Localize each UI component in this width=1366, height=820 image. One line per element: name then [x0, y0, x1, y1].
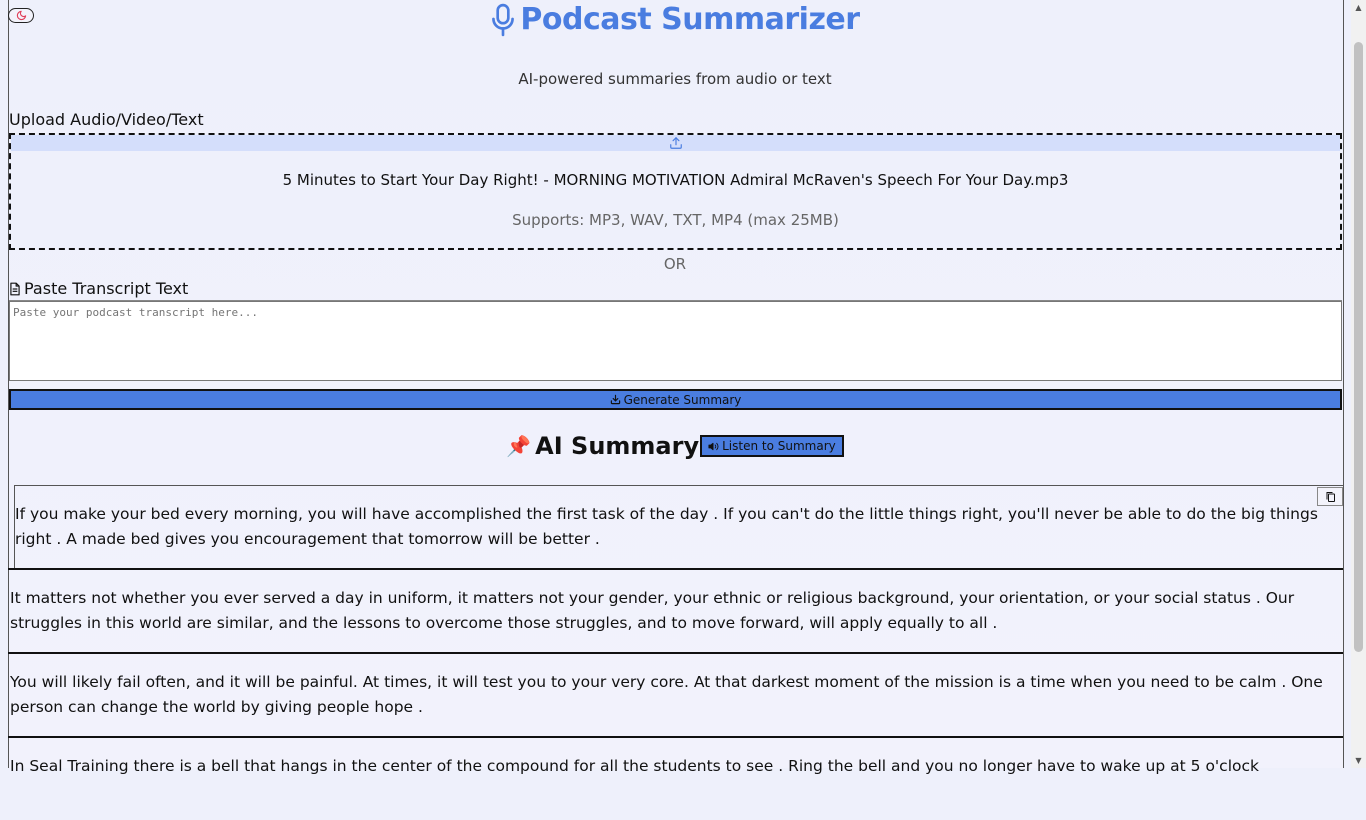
scroll-down-arrow-icon[interactable]: ▼ [1351, 753, 1366, 768]
transcript-input[interactable] [9, 301, 1342, 381]
summary-title: AI Summary [535, 432, 700, 460]
paste-label-text: Paste Transcript Text [24, 279, 189, 298]
summary-header: 📌 AI Summary Listen to Summary [0, 432, 1350, 460]
microphone-icon [492, 3, 515, 36]
page-subtitle: AI-powered summaries from audio or text [518, 70, 832, 88]
summary-paragraph: In Seal Training there is a bell that ha… [8, 736, 1343, 820]
pin-icon: 📌 [506, 434, 532, 458]
vertical-scrollbar[interactable]: ▲ ▼ [1351, 0, 1366, 768]
scroll-up-arrow-icon[interactable]: ▲ [1351, 0, 1366, 15]
file-dropzone[interactable]: 5 Minutes to Start Your Day Right! - MOR… [9, 133, 1342, 250]
file-text-icon [10, 282, 20, 295]
summary-paragraph: It matters not whether you ever served a… [8, 568, 1343, 652]
volume-icon [708, 442, 719, 450]
title-text: Podcast Summarizer [520, 2, 860, 37]
upload-icon-band [11, 135, 1340, 151]
summary-paragraph: If you make your bed every morning, you … [14, 485, 1343, 569]
listen-to-summary-button[interactable]: Listen to Summary [700, 435, 844, 457]
or-divider: OR [663, 255, 687, 273]
upload-icon [669, 137, 682, 149]
download-icon [610, 394, 620, 405]
supported-formats-text: Supports: MP3, WAV, TXT, MP4 (max 25MB) [512, 211, 839, 229]
upload-label: Upload Audio/Video/Text [9, 110, 204, 129]
selected-file-name: 5 Minutes to Start Your Day Right! - MOR… [282, 171, 1069, 189]
scrollbar-thumb[interactable] [1354, 42, 1363, 652]
listen-button-label: Listen to Summary [722, 439, 836, 453]
generate-summary-button[interactable]: Generate Summary [9, 389, 1342, 410]
page-title: Podcast Summarizer [0, 2, 1350, 37]
paste-transcript-label: Paste Transcript Text [9, 279, 188, 298]
summary-paragraph: You will likely fail often, and it will … [8, 652, 1343, 736]
generate-button-label: Generate Summary [623, 392, 742, 407]
